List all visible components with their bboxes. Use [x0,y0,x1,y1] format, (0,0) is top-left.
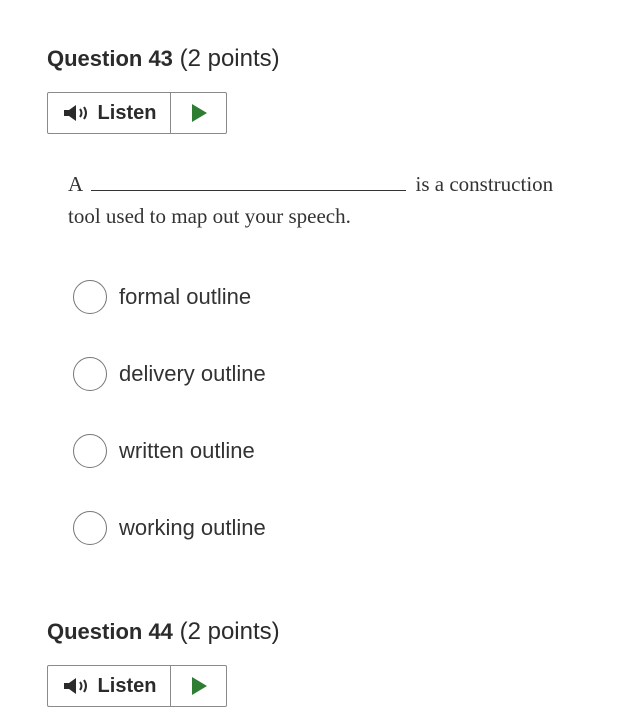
question-points: (2 points) [179,618,280,645]
radio-button[interactable] [73,357,107,391]
listen-label: Listen [97,674,157,697]
question-43: Question 43 (2 points) Listen [47,44,280,134]
question-prompt: A is a construction tool used to map out… [68,168,588,232]
question-title: Question 43 (2 points) [47,44,280,74]
question-number: Question 43 [47,46,173,71]
fill-in-blank [91,170,407,191]
answer-options: formal outline delivery outline written … [73,279,266,587]
question-44: Question 44 (2 points) Listen [47,617,280,707]
listen-label: Listen [97,101,157,124]
play-icon [191,104,207,122]
listen-button[interactable]: Listen [48,93,171,133]
question-points: (2 points) [179,45,280,72]
radio-button[interactable] [73,511,107,545]
listen-button[interactable]: Listen [48,666,171,706]
option-label: delivery outline [119,361,266,386]
speaker-icon [63,678,87,694]
option-label: formal outline [119,284,252,309]
option-formal-outline[interactable]: formal outline [73,279,266,315]
option-delivery-outline[interactable]: delivery outline [73,356,266,392]
play-button[interactable] [171,93,226,133]
radio-button[interactable] [73,434,107,468]
play-button[interactable] [171,666,226,706]
play-icon [191,677,207,695]
option-working-outline[interactable]: working outline [73,510,266,546]
radio-button[interactable] [73,280,107,314]
option-label: working outline [119,515,266,540]
listen-control: Listen [47,92,227,134]
prompt-text-before: A [68,172,83,196]
option-label: written outline [119,438,255,463]
question-title: Question 44 (2 points) [47,617,280,647]
listen-control: Listen [47,665,227,707]
question-number: Question 44 [47,619,173,644]
speaker-icon [63,105,87,121]
option-written-outline[interactable]: written outline [73,433,266,469]
